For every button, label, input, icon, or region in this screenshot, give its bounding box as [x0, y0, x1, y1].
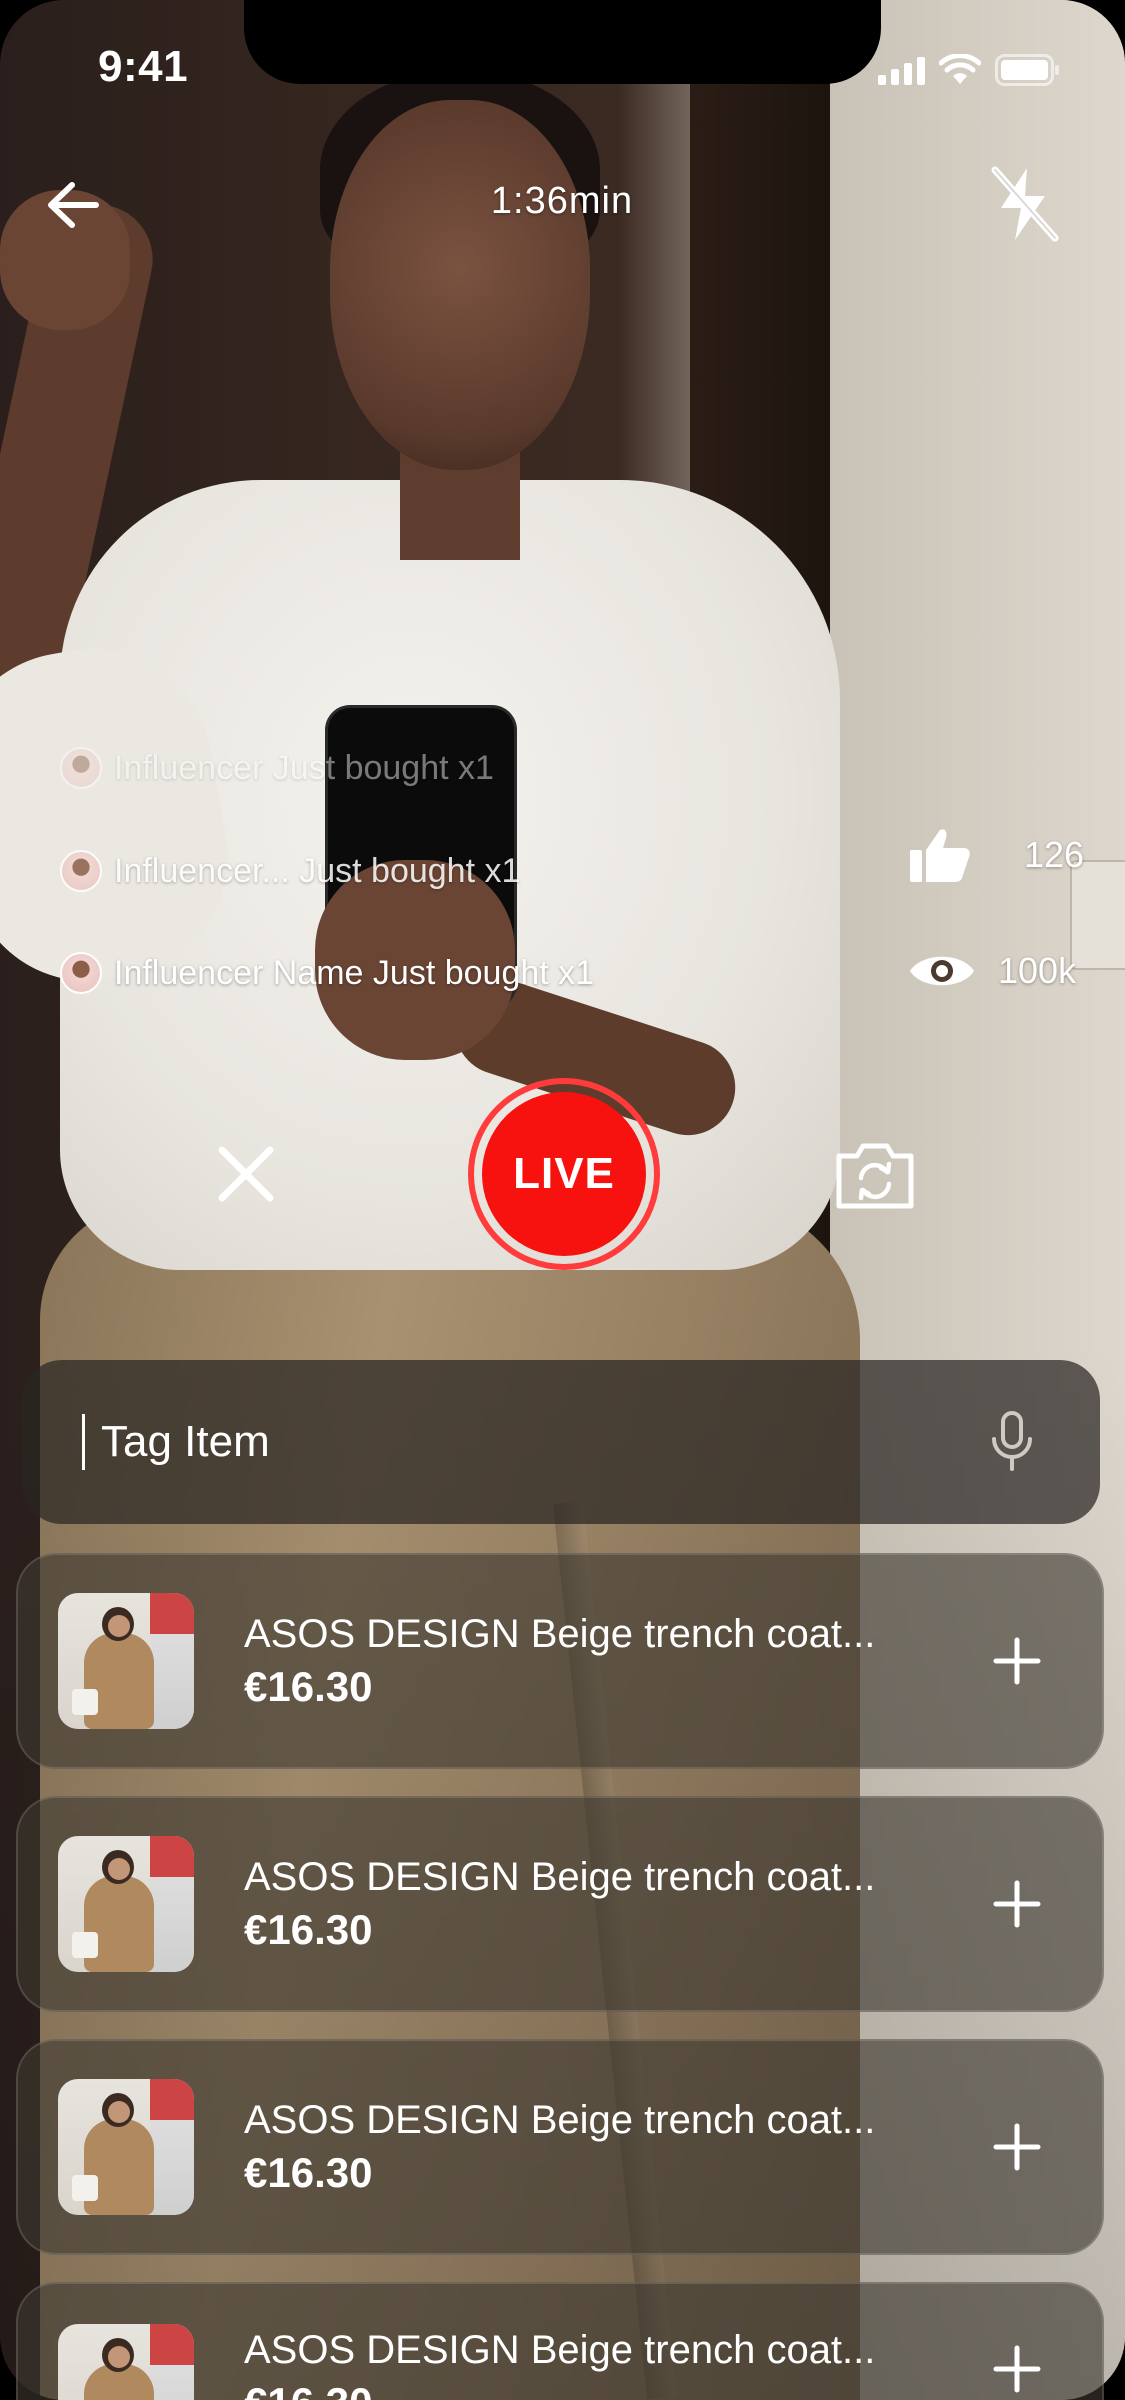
arrow-left-icon — [48, 182, 99, 228]
tag-item-search — [22, 1360, 1100, 1524]
eye-icon — [910, 956, 974, 986]
microphone-icon — [992, 1411, 1032, 1471]
flash-off-icon — [991, 166, 1059, 242]
product-name: ASOS DESIGN Beige trench coat... — [244, 1612, 876, 1656]
cellular-signal-icon — [878, 55, 925, 85]
close-button[interactable] — [206, 1134, 286, 1214]
live-label: LIVE — [482, 1092, 646, 1256]
product-thumbnail — [58, 2079, 194, 2215]
camera-flip-icon — [836, 1143, 914, 1209]
likes-stat[interactable]: 126 — [908, 826, 1084, 884]
flash-toggle-button[interactable] — [984, 164, 1064, 244]
thumbs-up-icon — [910, 829, 970, 882]
product-thumbnail — [58, 1593, 194, 1729]
device-notch — [244, 0, 881, 84]
feed-user-name: Influencer — [114, 748, 264, 787]
feed-action: Just bought x1 — [272, 748, 494, 787]
product-price: €16.30 — [244, 1663, 373, 1710]
go-live-button[interactable]: LIVE — [468, 1078, 660, 1270]
plus-icon — [993, 2345, 1041, 2393]
feed-user-name: Influencer... — [114, 851, 290, 890]
avatar — [60, 747, 102, 789]
status-icons — [878, 50, 1061, 90]
product-thumbnail — [58, 2324, 194, 2400]
back-button[interactable] — [38, 170, 108, 240]
product-card[interactable]: ASOS DESIGN Beige trench coat... €16.30 — [16, 2039, 1104, 2255]
product-name: ASOS DESIGN Beige trench coat... — [244, 2328, 876, 2372]
product-price: €16.30 — [244, 1906, 373, 1953]
views-stat: 100k — [908, 948, 1076, 994]
add-product-button[interactable] — [972, 2102, 1062, 2192]
wifi-icon — [939, 54, 981, 84]
tag-item-input[interactable] — [82, 1414, 982, 1470]
avatar — [60, 850, 102, 892]
feed-action: Just bought x1 — [372, 953, 595, 992]
live-timer: 1:36min — [490, 180, 634, 222]
feed-user-name: Influencer Name — [114, 953, 364, 992]
product-thumbnail — [58, 1836, 194, 1972]
product-price: €16.30 — [244, 2376, 972, 2400]
product-name: ASOS DESIGN Beige trench coat... — [244, 2098, 876, 2142]
battery-icon — [995, 54, 1059, 86]
add-product-button[interactable] — [972, 1859, 1062, 1949]
product-card[interactable]: ASOS DESIGN Beige trench coat... €16.30 — [16, 1796, 1104, 2012]
likes-count: 126 — [1024, 834, 1085, 875]
product-card[interactable]: ASOS DESIGN Beige trench coat... €16.30 — [16, 1553, 1104, 1769]
add-product-button[interactable] — [972, 1616, 1062, 1706]
add-product-button[interactable] — [972, 2324, 1062, 2400]
microphone-button[interactable] — [982, 1407, 1042, 1477]
plus-icon — [993, 1880, 1041, 1928]
feed-action: Just bought x1 — [299, 851, 521, 890]
purchase-feed-item: Influencer... Just bought x1 — [60, 850, 520, 892]
product-price: €16.30 — [244, 2149, 373, 2196]
avatar — [60, 952, 102, 994]
flip-camera-button[interactable] — [832, 1134, 918, 1216]
product-card[interactable]: ASOS DESIGN Beige trench coat... €16.30 — [16, 2282, 1104, 2400]
views-count: 100k — [998, 950, 1077, 991]
plus-icon — [993, 2123, 1041, 2171]
product-name: ASOS DESIGN Beige trench coat... — [244, 1855, 876, 1899]
purchase-feed-item: Influencer Just bought x1 — [60, 747, 494, 789]
plus-icon — [993, 1637, 1041, 1685]
status-time: 9:41 — [98, 42, 189, 91]
close-icon — [218, 1146, 274, 1202]
purchase-feed-item: Influencer Name Just bought x1 — [60, 952, 594, 994]
